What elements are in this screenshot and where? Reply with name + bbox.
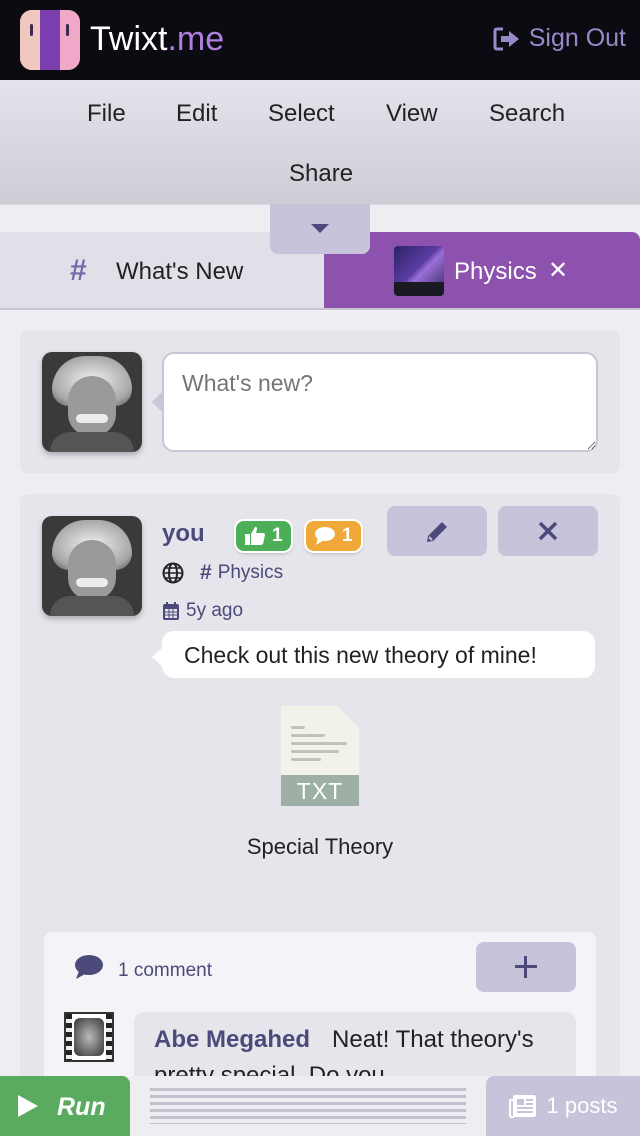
- close-icon[interactable]: ✕: [548, 256, 568, 285]
- hash-icon: #: [70, 254, 87, 287]
- close-icon: [538, 521, 558, 541]
- post-time: 5y ago: [186, 600, 244, 621]
- tab-label: Physics: [454, 258, 537, 285]
- file-name[interactable]: Special Theory: [220, 834, 420, 860]
- app-title: Twixt.me: [90, 20, 225, 58]
- post-meta-channel: # Physics: [162, 561, 283, 585]
- compose-pointer: [152, 392, 162, 412]
- comment-author[interactable]: Abe Megahed: [154, 1026, 310, 1053]
- menu-bar: File Edit Select View Search Share: [0, 80, 640, 204]
- pencil-icon: [427, 522, 447, 542]
- comment-icon: [315, 527, 335, 545]
- hash-icon: #: [200, 561, 212, 584]
- comment-icon: [75, 955, 103, 979]
- play-icon: [18, 1095, 38, 1117]
- menu-select[interactable]: Select: [268, 100, 335, 128]
- globe-icon: [162, 562, 184, 584]
- comment-badge[interactable]: 1: [306, 521, 361, 551]
- menu-search[interactable]: Search: [489, 100, 565, 128]
- delete-button[interactable]: [498, 506, 598, 556]
- like-count: 1: [272, 525, 283, 546]
- run-button[interactable]: Run: [0, 1076, 130, 1136]
- newspaper-icon: [508, 1095, 536, 1118]
- edit-button[interactable]: [387, 506, 487, 556]
- bubble-pointer: [152, 648, 162, 666]
- post-meta-time: 5y ago: [162, 600, 243, 622]
- compose-input[interactable]: [162, 352, 598, 452]
- menu-toggle-button[interactable]: [270, 204, 370, 254]
- sign-out-button[interactable]: Sign Out: [493, 24, 626, 53]
- calendar-icon: [163, 602, 179, 620]
- sign-out-icon: [493, 27, 519, 50]
- run-label: Run: [57, 1093, 106, 1121]
- like-badge[interactable]: 1: [236, 521, 291, 551]
- thumbs-up-icon: [245, 526, 265, 545]
- top-bar: Twixt.me Sign Out: [0, 0, 640, 80]
- tab-label: What's New: [116, 258, 244, 285]
- comment-avatar[interactable]: [64, 1012, 114, 1062]
- comment-count[interactable]: 1 comment: [118, 960, 212, 982]
- posts-count: 1 posts: [546, 1093, 618, 1118]
- menu-view[interactable]: View: [386, 100, 438, 128]
- resize-handle[interactable]: [150, 1088, 466, 1124]
- sign-out-label: Sign Out: [528, 24, 626, 52]
- tab-physics[interactable]: Physics ✕: [324, 232, 640, 308]
- post-text: Check out this new theory of mine!: [162, 631, 595, 678]
- post-author[interactable]: you: [162, 520, 205, 548]
- galaxy-thumbnail: [394, 246, 444, 296]
- menu-file[interactable]: File: [87, 100, 126, 128]
- comment-badge-count: 1: [342, 525, 353, 546]
- post-channel[interactable]: Physics: [218, 562, 283, 584]
- chevron-down-icon: [311, 224, 329, 233]
- avatar: [42, 352, 142, 452]
- file-type-label: TXT: [281, 775, 359, 806]
- post-avatar[interactable]: [42, 516, 142, 616]
- menu-edit[interactable]: Edit: [176, 100, 217, 128]
- add-comment-button[interactable]: [476, 942, 576, 992]
- posts-button[interactable]: 1 posts: [486, 1076, 640, 1136]
- menu-share[interactable]: Share: [289, 160, 353, 188]
- app-logo[interactable]: [20, 10, 80, 70]
- bottom-bar: Run 1 posts: [0, 1076, 640, 1136]
